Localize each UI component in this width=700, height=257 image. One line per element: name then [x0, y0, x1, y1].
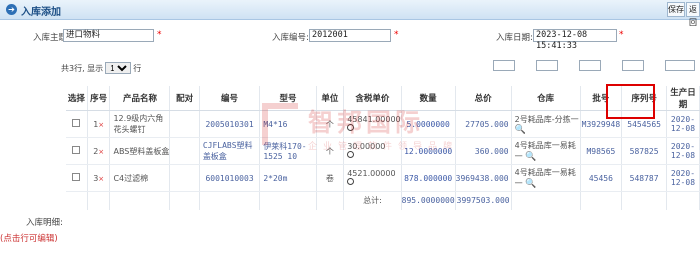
- total-label: 总计:: [343, 191, 402, 210]
- subject-input[interactable]: 进口物料: [63, 29, 154, 42]
- product-model: 2*20m: [259, 164, 317, 192]
- search-icon[interactable]: 🔍: [515, 125, 526, 135]
- product-code: 2005010301: [199, 110, 261, 138]
- edit-hint: (点击行可编辑): [0, 234, 58, 244]
- unit-price[interactable]: 30.00000: [347, 142, 400, 151]
- number-label: 入库编号:: [272, 33, 309, 43]
- pair-cell: [169, 110, 200, 138]
- col-header: 含税单价: [343, 86, 402, 111]
- col-header: 总价: [455, 86, 512, 111]
- table-row[interactable]: 3× C4过滤棉 6001010003 2*20m 卷 4521.00000 8…: [66, 164, 700, 192]
- production-date[interactable]: 2020-12-08: [666, 110, 700, 138]
- col-header: 产品名称: [109, 86, 171, 111]
- col-header: 数量: [401, 86, 456, 111]
- col-header: 仓库: [511, 86, 581, 111]
- batch-number[interactable]: M98565: [580, 137, 623, 165]
- clock-icon[interactable]: [347, 178, 355, 185]
- arrow-right-icon: ➔: [6, 4, 17, 15]
- col-header: 选择: [66, 86, 88, 111]
- warehouse-name: 4号耗品库一易耗一: [514, 168, 576, 188]
- total-price: 360.000: [455, 137, 512, 165]
- table-row[interactable]: 2× ABS塑料盖板盒 CJFLABS塑料盖板盒 伊莱科170-1525 10 …: [66, 137, 700, 165]
- window-title: 入库添加: [21, 7, 61, 18]
- col-header: 序号: [87, 86, 111, 111]
- subject-required-mark: *: [157, 30, 162, 40]
- table-footer-row: 总计: 895.0000000 3997503.000: [66, 191, 700, 210]
- product-model: 伊莱科170-1525 10: [259, 137, 317, 165]
- pager-suffix: 行: [133, 64, 142, 73]
- toolbar-box-4[interactable]: [622, 60, 644, 71]
- production-date[interactable]: 2020-12-08: [666, 164, 700, 192]
- table-row[interactable]: 1× 12.9级内六角花头螺钉 2005010301 M4*16 个 45841…: [66, 110, 700, 138]
- col-header: 配对: [169, 86, 200, 111]
- pair-cell: [169, 164, 200, 192]
- unit-price[interactable]: 45841.00000: [347, 115, 400, 124]
- delete-icon[interactable]: ×: [98, 148, 104, 156]
- total-price: 3969438.000: [455, 164, 512, 192]
- delete-icon[interactable]: ×: [98, 175, 104, 183]
- production-date[interactable]: 2020-12-08: [666, 137, 700, 165]
- back-button[interactable]: 返回: [686, 2, 700, 27]
- unit-price[interactable]: 4521.00000: [347, 169, 400, 178]
- toolbar-box-3[interactable]: [579, 60, 601, 71]
- total-sum: 3997503.000: [455, 191, 512, 210]
- toolbar-box-2[interactable]: [536, 60, 558, 71]
- serial-number[interactable]: 548787: [621, 164, 667, 192]
- product-name: 12.9级内六角花头螺钉: [109, 110, 171, 138]
- unit-cell: 卷: [316, 164, 345, 192]
- pager: 共3行, 显示 10 行: [61, 62, 141, 74]
- date-required-mark: *: [619, 30, 624, 40]
- col-header: 单位: [316, 86, 345, 111]
- product-name: C4过滤棉: [109, 164, 171, 192]
- product-code: 6001010003: [199, 164, 261, 192]
- row-checkbox[interactable]: [72, 146, 81, 154]
- warehouse-name: 4号耗品库一易耗一: [514, 141, 576, 161]
- batch-number[interactable]: 45456: [580, 164, 623, 192]
- serial-column-highlight: [606, 84, 655, 119]
- clock-icon[interactable]: [347, 124, 355, 131]
- page-size-select[interactable]: 10: [105, 62, 132, 74]
- number-required-mark: *: [394, 30, 399, 40]
- row-checkbox[interactable]: [72, 119, 81, 127]
- date-input[interactable]: 2023-12-08 15:41:33: [533, 29, 617, 51]
- unit-cell: 个: [316, 110, 345, 138]
- product-model: M4*16: [259, 110, 317, 138]
- pair-cell: [169, 137, 200, 165]
- save-button[interactable]: 保存: [667, 2, 685, 17]
- search-icon[interactable]: 🔍: [525, 179, 536, 189]
- product-name: ABS塑料盖板盒: [109, 137, 171, 165]
- delete-icon[interactable]: ×: [98, 121, 104, 129]
- quantity-cell[interactable]: 12.0000000: [401, 137, 456, 165]
- detail-label: 入库明细:: [26, 218, 63, 228]
- col-header: 编号: [199, 86, 261, 111]
- quantity-cell[interactable]: 5.0000000: [401, 110, 456, 138]
- toolbar-box-5[interactable]: [665, 60, 695, 71]
- row-checkbox[interactable]: [72, 173, 81, 181]
- clock-icon[interactable]: [347, 151, 355, 158]
- col-header: 型号: [259, 86, 317, 111]
- toolbar-box-1[interactable]: [493, 60, 515, 71]
- quantity-cell[interactable]: 878.000000: [401, 164, 456, 192]
- date-label: 入库日期:: [496, 33, 533, 43]
- table-header-row: 选择 序号 产品名称 配对 编号 型号 单位 含税单价 数量 总价 仓库 批号 …: [66, 86, 700, 111]
- search-icon[interactable]: 🔍: [525, 152, 536, 162]
- total-price: 27705.000: [455, 110, 512, 138]
- number-input[interactable]: 2012001: [309, 29, 391, 42]
- product-code: CJFLABS塑料盖板盒: [199, 137, 261, 165]
- unit-cell: 个: [316, 137, 345, 165]
- quantity-sum: 895.0000000: [401, 191, 456, 210]
- warehouse-name: 2号耗品库-分拣一: [514, 114, 579, 124]
- detail-table: 选择 序号 产品名称 配对 编号 型号 单位 含税单价 数量 总价 仓库 批号 …: [66, 86, 700, 210]
- window-titlebar: ➔ 入库添加 保存 返回: [0, 0, 700, 27]
- pager-prefix: 共3行, 显示: [61, 64, 104, 73]
- col-header: 生产日期: [666, 86, 700, 111]
- serial-number[interactable]: 587825: [621, 137, 667, 165]
